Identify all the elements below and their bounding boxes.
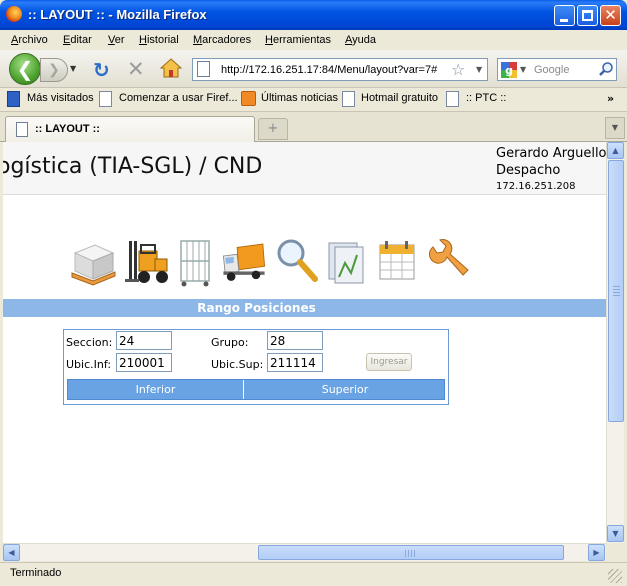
grupo-field[interactable] [267, 331, 323, 350]
menu-ver[interactable]: Ver [108, 34, 125, 46]
ubic-sup-label: Ubic.Sup: [211, 358, 264, 371]
address-bar[interactable]: http://172.16.251.17:84/Menu/layout?var=… [192, 58, 488, 81]
magnifier-icon[interactable] [275, 237, 323, 287]
bookmark-ptc[interactable]: :: PTC :: [466, 92, 506, 104]
tab-list-dropdown-icon[interactable]: ▼ [605, 117, 625, 139]
bookmark-star-icon[interactable]: ☆ [451, 60, 465, 79]
search-icon[interactable] [598, 61, 614, 77]
ingresar-button[interactable]: Ingresar [366, 353, 412, 371]
cage-cart-icon[interactable] [175, 237, 223, 287]
history-dropdown-icon[interactable]: ▼ [70, 64, 76, 73]
user-name: Gerardo Arguello [496, 146, 606, 161]
minimize-button[interactable] [554, 5, 575, 26]
resize-grip-icon[interactable] [608, 569, 622, 583]
delivery-truck-icon[interactable] [220, 237, 268, 287]
scroll-left-icon[interactable]: ◀ [3, 544, 20, 561]
reload-icon[interactable]: ↻ [93, 58, 110, 82]
menu-archivo[interactable]: Archivo [11, 34, 48, 46]
bookmark-hotmail[interactable]: Hotmail gratuito [361, 92, 438, 104]
module-icon-row [3, 237, 606, 292]
scroll-right-icon[interactable]: ▶ [588, 544, 605, 561]
maximize-button[interactable] [577, 5, 598, 26]
section-header-bar: Rango Posiciones [3, 299, 606, 317]
chevron-right-icon[interactable]: » [607, 92, 614, 105]
back-arrow-icon: ❮ [16, 57, 34, 81]
wrench-icon[interactable] [425, 237, 473, 287]
forklift-icon[interactable] [125, 237, 173, 287]
seccion-label: Seccion: [66, 336, 113, 349]
status-text: Terminado [10, 567, 62, 579]
forward-button[interactable]: ❯ [40, 58, 68, 82]
column-header-inferior: Inferior [68, 380, 244, 399]
rss-icon [241, 91, 256, 106]
horizontal-scrollbar[interactable]: ◀ ▶ [3, 543, 606, 561]
pallet-icon[interactable] [69, 237, 117, 287]
user-ip: 172.16.251.208 [496, 181, 576, 192]
bookmark-ultimas-noticias[interactable]: Últimas noticias [261, 92, 338, 104]
seccion-field[interactable] [116, 331, 172, 350]
bookmarks-toolbar: Más visitados Comenzar a usar Firef... Ú… [0, 88, 627, 112]
ubic-inf-field[interactable] [116, 353, 172, 372]
page-title: ogística (TIA-SGL) / CND [3, 154, 263, 179]
bookmark-mas-visitados[interactable]: Más visitados [27, 92, 94, 104]
horizontal-scroll-thumb[interactable] [258, 545, 564, 560]
page-icon [446, 91, 459, 107]
page-icon [342, 91, 355, 107]
stop-icon[interactable]: ✕ [127, 57, 145, 81]
menu-marcadores[interactable]: Marcadores [193, 34, 251, 46]
google-icon[interactable]: g [501, 62, 517, 78]
back-button[interactable]: ❮ [9, 53, 41, 85]
menu-herramientas[interactable]: Herramientas [265, 34, 331, 46]
url-dropdown-icon[interactable]: ▼ [476, 65, 482, 74]
svg-text:g: g [505, 64, 513, 77]
close-icon: ✕ [604, 6, 617, 24]
new-tab-button[interactable]: + [258, 118, 288, 140]
folders-icon[interactable] [325, 237, 373, 287]
page-icon [16, 122, 28, 137]
forward-arrow-icon: ❯ [48, 62, 60, 78]
tab-layout[interactable]: :: LAYOUT :: [5, 116, 255, 142]
firefox-icon [6, 6, 22, 22]
vertical-scroll-thumb[interactable] [608, 160, 624, 422]
window-title: :: LAYOUT :: - Mozilla Firefox [28, 7, 207, 22]
menu-ayuda[interactable]: Ayuda [345, 34, 376, 46]
calendar-icon[interactable] [376, 237, 424, 287]
bookmark-comenzar[interactable]: Comenzar a usar Firef... [119, 92, 238, 104]
search-engine-dropdown-icon[interactable]: ▼ [520, 65, 526, 74]
menu-historial[interactable]: Historial [139, 34, 179, 46]
page-icon [197, 61, 210, 77]
page-header: ogística (TIA-SGL) / CND Gerardo Arguell… [3, 142, 606, 195]
search-input[interactable]: Google [534, 64, 569, 76]
page-content: ogística (TIA-SGL) / CND Gerardo Arguell… [3, 142, 606, 543]
menu-editar[interactable]: Editar [63, 34, 92, 46]
most-visited-icon [7, 91, 20, 107]
grupo-label: Grupo: [211, 336, 249, 349]
column-header-superior: Superior [321, 383, 369, 396]
ubic-inf-label: Ubic.Inf: [66, 358, 112, 371]
scroll-up-icon[interactable]: ▲ [607, 142, 624, 159]
home-icon[interactable] [160, 57, 182, 79]
ubic-sup-field[interactable] [267, 353, 323, 372]
page-icon [99, 91, 112, 107]
scroll-down-icon[interactable]: ▼ [607, 525, 624, 542]
section-title: Rango Posiciones [197, 301, 316, 315]
url-text[interactable]: http://172.16.251.17:84/Menu/layout?var=… [221, 64, 447, 76]
title-bar: :: LAYOUT :: - Mozilla Firefox ✕ [0, 0, 627, 30]
menu-bar: Archivo Editar Ver Historial Marcadores … [0, 30, 627, 50]
close-button[interactable]: ✕ [600, 5, 621, 26]
tab-label: :: LAYOUT :: [35, 123, 100, 135]
search-bar[interactable]: g ▼ Google [497, 58, 617, 81]
user-role: Despacho [496, 163, 561, 178]
range-table-header: Inferior Superior [67, 379, 445, 400]
status-bar: Terminado [0, 562, 627, 586]
vertical-scrollbar[interactable]: ▲ ▼ [606, 142, 624, 543]
range-form: Seccion: Grupo: Ubic.Inf: Ubic.Sup: Ingr… [63, 329, 449, 405]
